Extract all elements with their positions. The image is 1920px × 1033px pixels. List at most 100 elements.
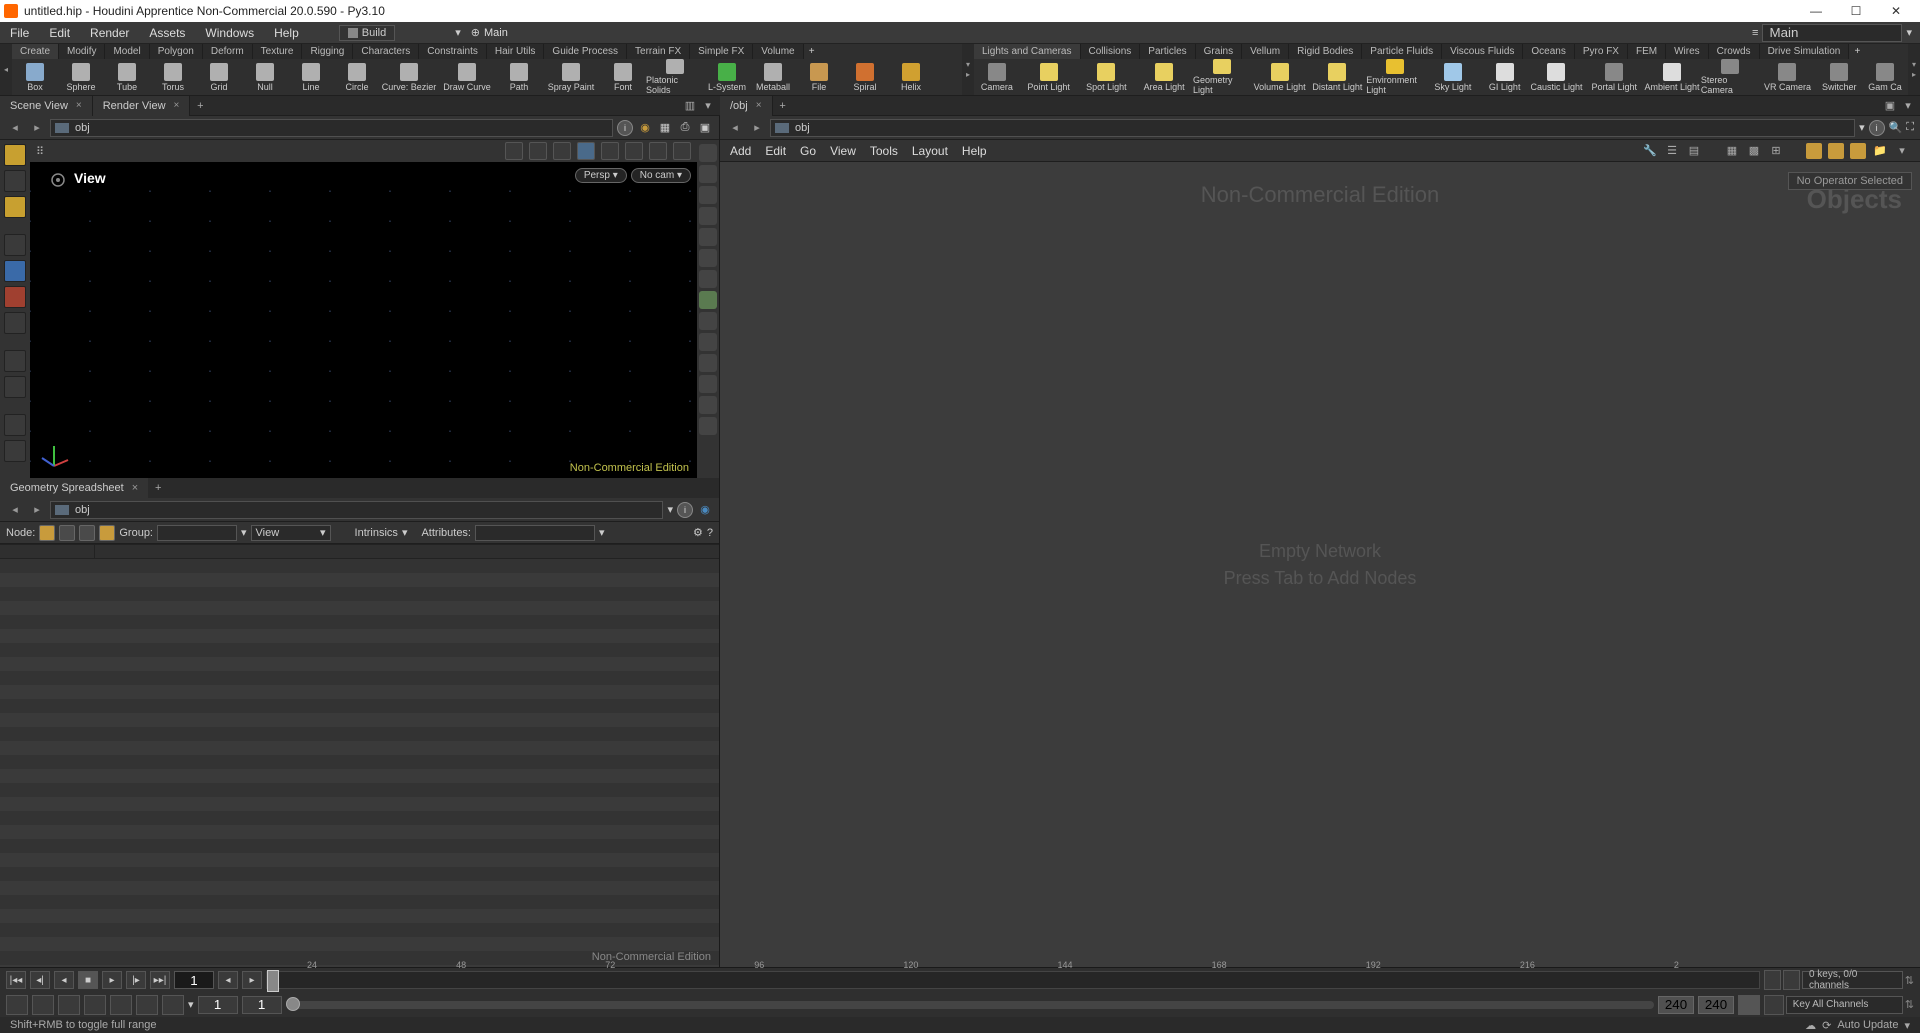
menu-edit[interactable]: Edit <box>39 26 80 40</box>
shelf-tool[interactable]: Null <box>242 59 288 95</box>
realtime-button[interactable] <box>6 995 28 1015</box>
shelf-tool[interactable]: Gam Ca <box>1862 59 1908 95</box>
shelf-tool[interactable]: Ambient Light <box>1643 59 1701 95</box>
add-tab-button[interactable]: + <box>190 100 210 112</box>
close-icon[interactable]: × <box>76 100 82 111</box>
nav-fwd-button[interactable]: ▸ <box>748 119 766 137</box>
vp-tool[interactable] <box>699 270 717 288</box>
viewport[interactable]: ⠿ View Persp ▾ No cam ▾ <box>30 140 697 478</box>
menu-windows[interactable]: Windows <box>195 26 264 40</box>
tool-button[interactable] <box>4 414 26 436</box>
shelf-tool[interactable]: Caustic Light <box>1528 59 1586 95</box>
shelf-tool[interactable]: Spray Paint <box>542 59 600 95</box>
shelf-tab[interactable]: Pyro FX <box>1575 44 1628 59</box>
expand-icon[interactable]: ⛶ <box>1906 121 1914 134</box>
lock-range-button[interactable] <box>1738 995 1760 1015</box>
shelf-scroll-left[interactable]: ◂ <box>0 44 12 95</box>
dropdown-arrow-icon[interactable]: ▾ <box>1904 1019 1910 1032</box>
cloud-icon[interactable]: ☁ <box>1805 1019 1816 1032</box>
shelf-tab[interactable]: Wires <box>1666 44 1709 59</box>
opt-button[interactable] <box>110 995 132 1015</box>
shelf-tab[interactable]: Hair Utils <box>487 44 545 59</box>
desktop-selector[interactable]: Build <box>339 25 395 41</box>
net-menu-view[interactable]: View <box>830 144 856 158</box>
grid2-icon[interactable]: ▩ <box>1746 143 1762 159</box>
list-icon[interactable]: ☰ <box>1664 143 1680 159</box>
shelf-menu-icon[interactable]: ≡ <box>1752 27 1758 39</box>
gold-button[interactable] <box>1828 143 1844 159</box>
last-frame-button[interactable]: ▸▸| <box>150 971 170 989</box>
vp-button[interactable] <box>673 142 691 160</box>
step-fwd-button[interactable]: ▸ <box>242 971 262 989</box>
shelf-scroll-right[interactable]: ▾▸ <box>1908 44 1920 95</box>
audio-button[interactable] <box>58 995 80 1015</box>
verts-button[interactable] <box>59 525 75 541</box>
clock-button[interactable] <box>84 995 106 1015</box>
shelf-tool[interactable]: Path <box>496 59 542 95</box>
shelf-tool[interactable]: Environment Light <box>1366 59 1424 95</box>
net-menu-edit[interactable]: Edit <box>765 144 786 158</box>
shelf-tool[interactable]: Font <box>600 59 646 95</box>
scene-path-field[interactable]: obj <box>50 119 613 137</box>
shelf-tool[interactable]: Volume Light <box>1251 59 1309 95</box>
nav-fwd-button[interactable]: ▸ <box>28 501 46 519</box>
vp-tool[interactable] <box>699 291 717 309</box>
shelf-tab[interactable]: Volume <box>753 44 803 59</box>
shelf-tool[interactable]: Distant Light <box>1309 59 1367 95</box>
shelf-tab[interactable]: Vellum <box>1242 44 1289 59</box>
slider-knob[interactable] <box>286 997 300 1011</box>
range-end-field[interactable] <box>1658 996 1694 1014</box>
range-start-field[interactable] <box>198 996 238 1014</box>
shelf-tab[interactable]: Characters <box>353 44 419 59</box>
tab-render-view[interactable]: Render View× <box>93 96 191 116</box>
tool-button[interactable] <box>4 170 26 192</box>
dropdown-arrow-icon[interactable]: ▾ <box>667 503 673 516</box>
more-icon[interactable]: ▾ <box>1894 143 1910 159</box>
search-icon[interactable]: 🔍 <box>1889 121 1903 134</box>
shelf-tool[interactable]: Sphere <box>58 59 104 95</box>
refresh-icon[interactable]: ⟳ <box>1822 1019 1831 1032</box>
vp-tool[interactable] <box>699 144 717 162</box>
vp-tool[interactable] <box>699 186 717 204</box>
shelf-tool[interactable]: Area Light <box>1135 59 1193 95</box>
shelf-tab[interactable]: Terrain FX <box>627 44 690 59</box>
opt2-button[interactable] <box>136 995 158 1015</box>
intrinsics-label[interactable]: Intrinsics <box>355 527 398 539</box>
shelf-tab[interactable]: Particle Fluids <box>1362 44 1442 59</box>
shelf-tool[interactable]: Curve: Bezier <box>380 59 438 95</box>
close-icon[interactable]: × <box>756 100 762 111</box>
pane-dropdown-icon[interactable]: ▾ <box>700 98 716 114</box>
tab-scene-view[interactable]: Scene View× <box>0 96 93 116</box>
gold-button[interactable] <box>1850 143 1866 159</box>
shelf-tab[interactable]: Oceans <box>1523 44 1574 59</box>
next-key-button[interactable]: |▸ <box>126 971 146 989</box>
info-pill[interactable]: i <box>677 502 693 518</box>
filter-icon[interactable]: ▾ <box>241 526 247 539</box>
menu-assets[interactable]: Assets <box>139 26 195 40</box>
camera-dropdown[interactable]: No cam ▾ <box>631 168 691 183</box>
shelf-tab[interactable]: Crowds <box>1709 44 1760 59</box>
snapshot-icon[interactable]: ◉ <box>637 120 653 136</box>
shelf-tool[interactable]: Torus <box>150 59 196 95</box>
shelf-tab[interactable]: Modify <box>59 44 105 59</box>
shelf-tool[interactable]: File <box>796 59 842 95</box>
pane-dropdown-icon[interactable]: ▾ <box>1900 98 1916 114</box>
minimize-button[interactable]: — <box>1796 0 1836 22</box>
target-icon[interactable]: ⊕ <box>471 26 480 39</box>
gold-button[interactable] <box>1806 143 1822 159</box>
detail-button[interactable] <box>99 525 115 541</box>
shelf-tab[interactable]: Lights and Cameras <box>974 44 1081 59</box>
warning-icon[interactable] <box>4 144 26 166</box>
dropdown-arrow-icon[interactable]: ▾ <box>188 998 194 1011</box>
tool-button[interactable] <box>4 312 26 334</box>
vp-tool[interactable] <box>699 354 717 372</box>
tab-obj[interactable]: /obj× <box>720 96 773 116</box>
group-field[interactable] <box>157 525 237 541</box>
keyall-button[interactable] <box>1764 995 1784 1015</box>
shelf-tab[interactable]: FEM <box>1628 44 1666 59</box>
range-slider[interactable] <box>286 1001 1654 1009</box>
tree-icon[interactable]: ⊞ <box>1768 143 1784 159</box>
vp-tool[interactable] <box>699 249 717 267</box>
menu-file[interactable]: File <box>0 26 39 40</box>
dropdown-arrow-icon[interactable]: ▾ <box>402 526 408 539</box>
